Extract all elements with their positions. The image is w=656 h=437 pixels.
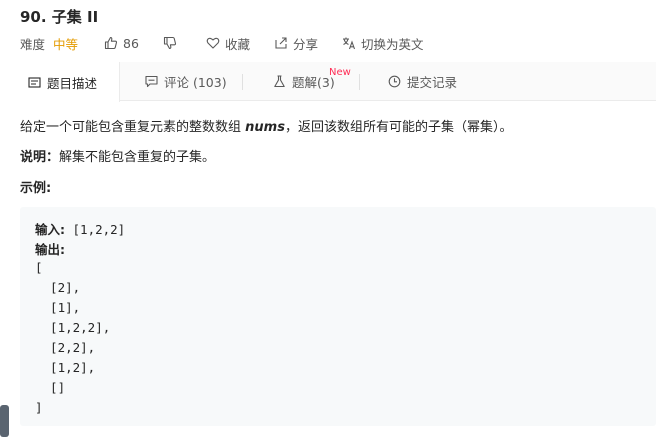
flask-icon — [274, 75, 285, 88]
output-line: [2,2], — [35, 340, 96, 355]
tab-submissions-label: 提交记录 — [407, 75, 458, 90]
tab-separator — [359, 74, 360, 90]
clock-icon — [388, 75, 401, 88]
favorite-label: 收藏 — [224, 36, 250, 52]
tab-submissions[interactable]: 提交记录 — [388, 62, 457, 101]
comment-icon — [145, 75, 158, 88]
note-label: 说明： — [20, 150, 60, 165]
tab-description-label: 题目描述 — [47, 75, 98, 91]
document-icon — [28, 76, 41, 88]
share-label: 分享 — [292, 36, 318, 52]
example-heading: 示例: — [20, 177, 51, 196]
example-label: 示例: — [20, 181, 52, 196]
example-code-block: 输入: [1,2,2] 输出: [ [2], [1], [1,2,2], [2,… — [20, 207, 656, 426]
intro-variable: nums — [245, 120, 285, 135]
problem-header: 90. 子集 II 难度 中等 86 收藏 分享 切换为英文 — [0, 0, 656, 62]
intro-prefix: 给定一个可能包含重复元素的整数数组 — [20, 120, 246, 135]
difficulty-badge: 中等 — [53, 36, 79, 52]
example-input-line: 输入: [1,2,2] — [35, 219, 125, 238]
heart-icon — [206, 37, 220, 49]
like-button[interactable]: 86 — [104, 36, 139, 51]
input-value: [1,2,2] — [65, 222, 126, 237]
like-count: 86 — [123, 35, 139, 51]
output-line: [2], — [35, 280, 81, 295]
switch-language-button[interactable]: 切换为英文 — [342, 34, 424, 53]
output-line: [1,2], — [35, 360, 96, 375]
output-line: [1], — [35, 300, 81, 315]
output-line: [1,2,2], — [35, 320, 111, 335]
problem-intro: 给定一个可能包含重复元素的整数数组 nums，返回该数组所有可能的子集（幂集）。 — [20, 116, 512, 135]
translate-icon — [342, 37, 355, 50]
switch-language-label: 切换为英文 — [360, 36, 424, 52]
input-label: 输入: — [35, 222, 65, 237]
note-text: 解集不能包含重复的子集。 — [59, 150, 216, 165]
favorite-button[interactable]: 收藏 — [206, 34, 250, 53]
scroll-handle[interactable] — [0, 405, 9, 437]
intro-suffix: ，返回该数组所有可能的子集（幂集）。 — [284, 120, 513, 135]
thumbs-down-icon — [163, 36, 176, 50]
share-icon — [275, 37, 287, 49]
problem-meta-bar: 难度 中等 86 收藏 分享 切换为英文 — [20, 34, 423, 52]
output-line: [ — [35, 260, 43, 275]
tab-comments-label: 评论 (103) — [164, 75, 227, 90]
output-line: [] — [35, 380, 66, 395]
dislike-button[interactable] — [163, 36, 182, 50]
tab-separator — [242, 74, 243, 90]
tab-solutions[interactable]: 题解(3) New — [273, 62, 351, 101]
problem-tabs: 题目描述 评论 (103) 题解(3) New 提交记录 — [0, 62, 656, 102]
output-label: 输出: — [35, 242, 65, 257]
new-badge: New — [329, 67, 351, 78]
share-button[interactable]: 分享 — [274, 34, 318, 53]
example-output-line: 输出: — [35, 239, 65, 258]
output-line: ] — [35, 400, 43, 415]
thumbs-up-icon — [104, 36, 118, 50]
difficulty-label: 难度 — [20, 36, 46, 52]
tab-comments[interactable]: 评论 (103) — [145, 62, 227, 101]
problem-note: 说明：解集不能包含重复的子集。 — [20, 146, 215, 165]
problem-title: 90. 子集 II — [20, 8, 99, 26]
tab-description[interactable]: 题目描述 — [0, 62, 120, 102]
